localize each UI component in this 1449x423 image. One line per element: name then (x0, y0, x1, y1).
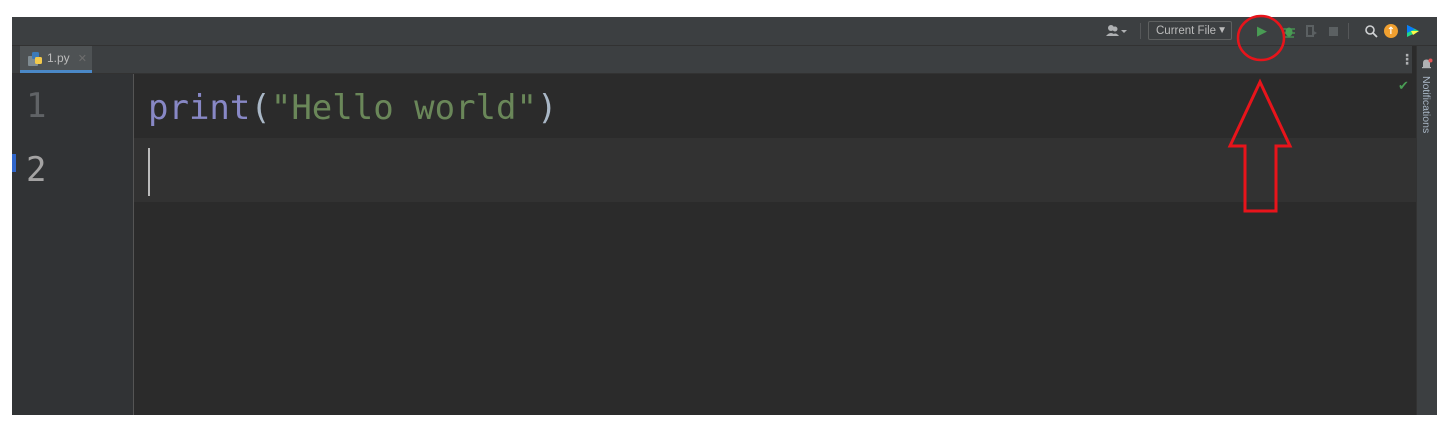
text-cursor (148, 148, 150, 196)
coverage-button[interactable] (1302, 17, 1320, 45)
code-editor[interactable]: print("Hello world") (134, 74, 1416, 415)
close-icon[interactable]: ✕ (78, 52, 87, 65)
inspection-ok-icon[interactable]: ✔ (1398, 79, 1409, 94)
python-file-icon (28, 51, 42, 66)
search-everywhere-button[interactable] (1362, 17, 1380, 45)
ide-window: Current File ▼ ▶ ↑ 1.py ✕ ⋮ 1 2 print("H… (12, 17, 1437, 415)
run-config-label: Current File (1156, 24, 1217, 37)
update-icon: ↑ (1384, 24, 1398, 38)
coverage-icon (1306, 25, 1317, 37)
tab-1-py[interactable]: 1.py ✕ (20, 46, 92, 73)
current-line-highlight (134, 138, 1416, 202)
debug-button[interactable] (1280, 17, 1298, 45)
main-toolbar: Current File ▼ ▶ ↑ (12, 17, 1437, 46)
line-number: 2 (26, 150, 47, 190)
jetbrains-icon (1407, 25, 1419, 37)
tab-label: 1.py (47, 51, 70, 65)
editor-tab-bar: 1.py ✕ (12, 46, 1412, 74)
tab-options-menu-icon[interactable]: ⋮ (1400, 52, 1414, 68)
search-icon (1364, 24, 1378, 38)
gutter-marker (12, 154, 16, 172)
vcs-user-menu[interactable] (1100, 17, 1134, 45)
code-token-paren: ) (536, 88, 558, 128)
stop-icon (1328, 26, 1338, 36)
line-number-gutter: 1 2 (12, 74, 134, 415)
code-token-string: "Hello world" (270, 88, 537, 128)
code-token-paren: ( (250, 88, 271, 128)
notifications-tool-window-button[interactable]: Notifications (1420, 76, 1432, 133)
user-icon (1106, 25, 1127, 36)
notifications-bell-icon[interactable] (1421, 58, 1433, 70)
code-line-1[interactable]: print("Hello world") (148, 88, 557, 128)
chevron-down-icon: ▼ (1217, 25, 1227, 36)
toolbar-separator (1348, 23, 1349, 39)
run-button[interactable]: ▶ (1252, 17, 1272, 45)
line-number: 1 (26, 86, 47, 126)
jetbrains-button[interactable] (1404, 17, 1422, 45)
stop-button[interactable] (1324, 17, 1342, 45)
ide-update-button[interactable]: ↑ (1382, 17, 1400, 45)
debug-icon (1283, 27, 1295, 38)
code-token-function: print (148, 88, 251, 128)
run-config-selector[interactable]: Current File ▼ (1148, 21, 1232, 40)
toolbar-separator (1140, 23, 1141, 39)
right-tool-strip: Notifications (1416, 46, 1437, 415)
run-icon: ▶ (1257, 23, 1267, 39)
